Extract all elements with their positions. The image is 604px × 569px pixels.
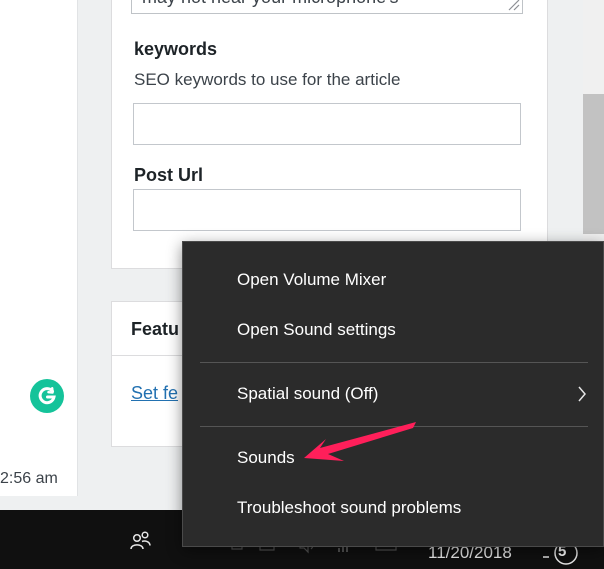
people-icon[interactable] <box>128 530 154 552</box>
keywords-description: SEO keywords to use for the article <box>134 70 401 89</box>
grammarly-icon[interactable] <box>30 379 64 413</box>
featured-image-title: Featu <box>131 319 180 339</box>
post-url-input[interactable] <box>133 189 521 231</box>
sound-context-menu: Open Volume Mixer Open Sound settings Sp… <box>182 241 604 547</box>
menu-item-sounds[interactable]: Sounds <box>237 448 295 468</box>
keywords-input[interactable] <box>133 103 521 145</box>
chevron-right-icon <box>578 386 586 402</box>
timestamp-text: 2:56 am <box>0 470 58 487</box>
annotation-arrow-icon <box>304 422 416 461</box>
set-featured-image-link[interactable]: Set fe <box>131 383 178 404</box>
menu-item-open-volume-mixer[interactable]: Open Volume Mixer <box>237 270 386 290</box>
keywords-label: keywords <box>134 39 218 59</box>
menu-item-troubleshoot[interactable]: Troubleshoot sound problems <box>237 498 461 518</box>
menu-separator <box>200 362 588 363</box>
menu-item-open-sound-settings[interactable]: Open Sound settings <box>237 320 396 340</box>
left-panel <box>0 0 78 496</box>
scrollbar-thumb[interactable] <box>583 94 604 234</box>
description-textarea[interactable]: may not hear your microphone's <box>131 0 523 14</box>
resize-grip-icon[interactable] <box>506 0 520 11</box>
menu-item-spatial-sound[interactable]: Spatial sound (Off) <box>237 384 378 404</box>
post-url-label: Post Url <box>134 165 204 185</box>
description-textarea-text: may not hear your microphone's <box>142 0 399 8</box>
